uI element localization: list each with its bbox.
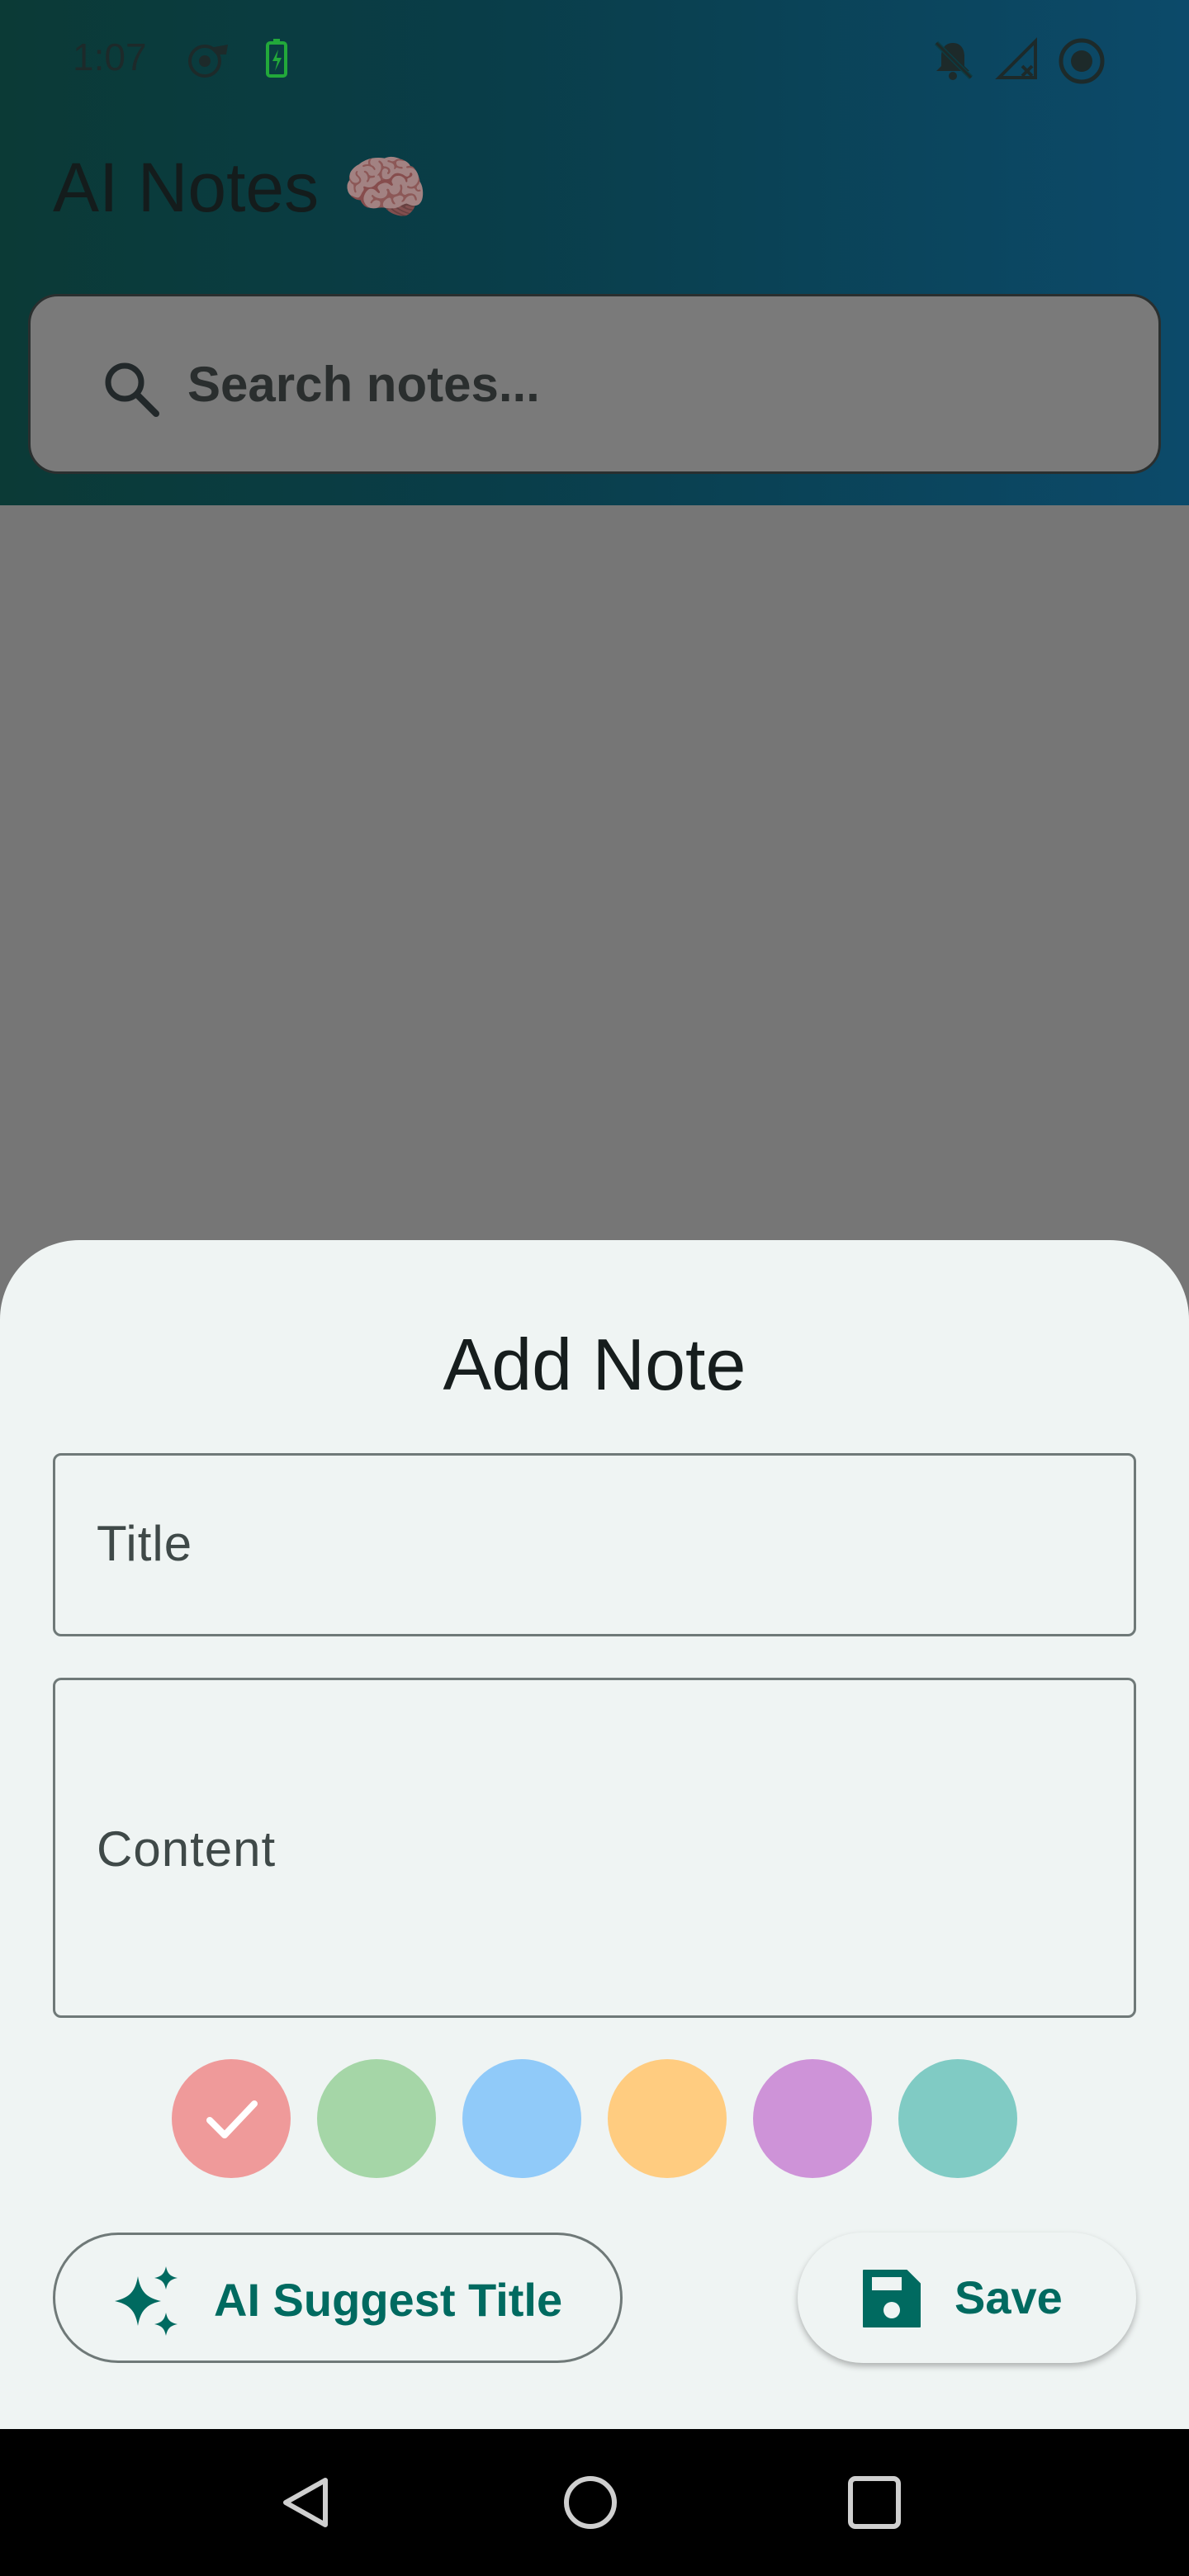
color-swatch[interactable] [317, 2059, 436, 2178]
title-field[interactable]: Title [53, 1453, 1136, 1636]
color-picker [0, 2059, 1189, 2180]
status-time: 1:07 [73, 36, 147, 78]
app-header: 1:07 AI Notes 🧠 Search notes... [0, 0, 1189, 505]
battery-charging-icon [263, 36, 292, 87]
color-swatch[interactable] [898, 2059, 1017, 2178]
color-swatch[interactable] [753, 2059, 872, 2178]
title-field-label: Title [97, 1516, 193, 1571]
search-placeholder: Search notes... [187, 357, 540, 412]
record-icon [1057, 36, 1106, 90]
save-label: Save [955, 2271, 1063, 2323]
save-icon [859, 2266, 925, 2336]
content-field-label: Content [97, 1821, 277, 1877]
search-input[interactable]: Search notes... [28, 294, 1161, 474]
color-swatch[interactable] [172, 2059, 291, 2178]
app-title-text: AI Notes [53, 149, 320, 226]
color-swatch[interactable] [608, 2059, 727, 2178]
fan-icon [185, 36, 231, 87]
notifications-off-icon [930, 36, 976, 87]
back-icon[interactable] [277, 2474, 335, 2536]
sheet-title: Add Note [443, 1324, 746, 1405]
home-icon[interactable] [561, 2474, 619, 2536]
status-bar: 1:07 [0, 0, 1189, 124]
brain-emoji: 🧠 [342, 149, 429, 226]
signal-off-icon [994, 36, 1040, 87]
sparkle-icon [108, 2263, 187, 2346]
recents-icon[interactable] [846, 2474, 903, 2536]
search-icon [100, 358, 163, 424]
ai-suggest-title-label: AI Suggest Title [214, 2274, 563, 2326]
check-icon [201, 2089, 261, 2152]
system-navigation-bar [0, 2429, 1189, 2576]
save-button[interactable]: Save [798, 2233, 1136, 2363]
modal-scrim[interactable] [0, 505, 1189, 1248]
ai-suggest-title-button[interactable]: AI Suggest Title [53, 2233, 623, 2363]
color-swatch[interactable] [462, 2059, 581, 2178]
content-field[interactable]: Content [53, 1678, 1136, 2018]
app-title: AI Notes 🧠 [53, 147, 429, 229]
